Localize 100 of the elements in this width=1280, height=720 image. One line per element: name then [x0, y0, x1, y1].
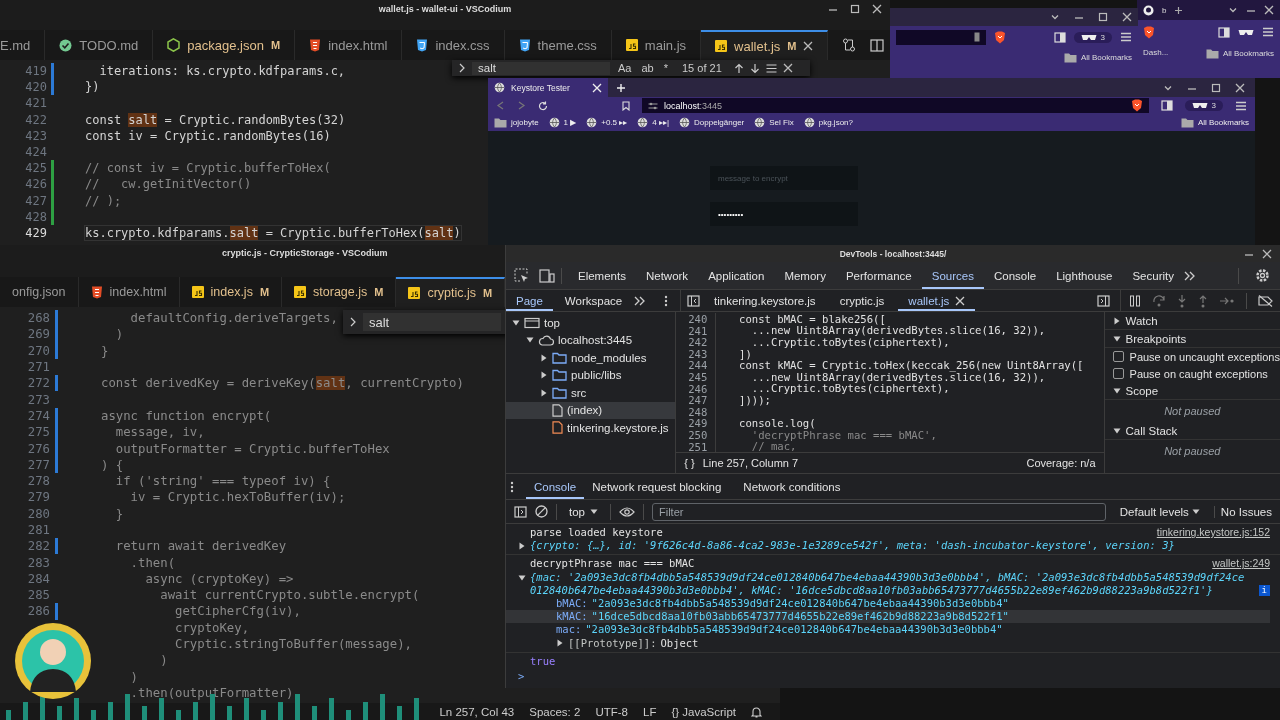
- filter-field[interactable]: Filter: [652, 502, 1106, 521]
- list-icon[interactable]: [765, 63, 777, 73]
- section-header[interactable]: Breakpoints: [1125, 332, 1187, 345]
- expanded-arrow-icon[interactable]: [1112, 426, 1121, 435]
- maximize-icon[interactable]: [850, 4, 860, 14]
- collapsed-arrow-icon[interactable]: [518, 542, 526, 551]
- bookmark[interactable]: jojobyte: [494, 117, 539, 128]
- menu-icon[interactable]: [1235, 100, 1247, 111]
- status-item[interactable]: LF: [643, 705, 657, 718]
- bookmark[interactable]: Sel Fix: [754, 117, 794, 128]
- forward-icon[interactable]: [517, 101, 526, 110]
- deactivate-breakpoints-icon[interactable]: [1258, 294, 1273, 307]
- arrow-down-icon[interactable]: [749, 62, 760, 74]
- panel-tab[interactable]: Security: [1122, 262, 1184, 289]
- expanded-arrow-icon[interactable]: [518, 573, 526, 582]
- option-toggle[interactable]: ab: [639, 62, 656, 74]
- expanded-arrow-icon[interactable]: [1112, 386, 1121, 395]
- editor-tab[interactable]: E.md: [0, 30, 46, 60]
- issues-button[interactable]: No Issues: [1213, 505, 1272, 518]
- collapsed-arrow-icon[interactable]: [540, 353, 548, 362]
- editor-tab[interactable]: wallet.js M: [701, 30, 829, 60]
- panel-tab[interactable]: Application: [698, 262, 775, 289]
- more-tabs-icon[interactable]: [634, 295, 647, 306]
- tree-item[interactable]: localhost:3445: [506, 331, 676, 349]
- bookmark[interactable]: All Bookmarks: [1205, 48, 1274, 59]
- chevron-right-icon[interactable]: [349, 317, 357, 327]
- bookmark[interactable]: +0.5 ▸▸: [586, 117, 628, 128]
- option-toggle[interactable]: Aa: [616, 62, 634, 74]
- panel-tab[interactable]: Network: [635, 262, 699, 289]
- kebab-icon[interactable]: [510, 480, 514, 493]
- reload-icon[interactable]: [538, 100, 548, 111]
- panel-tab[interactable]: Console: [983, 262, 1047, 289]
- shields-button[interactable]: 3: [1073, 31, 1112, 43]
- panel-tab[interactable]: Sources: [921, 262, 984, 289]
- collapsed-arrow-icon[interactable]: [540, 388, 548, 397]
- bookmark[interactable]: 1 ▶: [548, 117, 577, 128]
- maximize-icon[interactable]: [1211, 82, 1221, 93]
- collapsed-arrow-icon[interactable]: [1112, 316, 1121, 325]
- property-key[interactable]: [[Prototype]]:: [568, 636, 657, 650]
- status-item[interactable]: UTF-8: [595, 705, 628, 718]
- status-item[interactable]: Spaces: 2: [529, 705, 581, 718]
- sidebar-toggle-icon[interactable]: [1097, 294, 1110, 307]
- shields-button[interactable]: 3: [1184, 100, 1223, 111]
- tree-item[interactable]: node_modules: [506, 349, 676, 367]
- bookmark[interactable]: All Bookmarks: [1063, 52, 1132, 63]
- close-icon[interactable]: [1262, 249, 1272, 259]
- maximize-icon[interactable]: [1098, 12, 1108, 22]
- bookmark[interactable]: 4 ▸▸|: [637, 117, 669, 128]
- bookmark[interactable]: All Bookmarks: [1180, 117, 1249, 128]
- checkbox[interactable]: [1112, 368, 1124, 379]
- arrow-up-icon[interactable]: [733, 62, 744, 74]
- tree-item[interactable]: public/libs: [506, 366, 676, 384]
- info-badge[interactable]: i: [1258, 585, 1270, 596]
- bookmark-icon[interactable]: [622, 100, 630, 111]
- sidebar-icon[interactable]: [1160, 100, 1173, 111]
- search-field[interactable]: salt: [472, 61, 610, 75]
- console-prompt[interactable]: >: [518, 670, 525, 683]
- close-icon[interactable]: [955, 295, 966, 306]
- kebab-icon[interactable]: [664, 294, 668, 307]
- plus-icon[interactable]: [1174, 5, 1184, 15]
- close-icon[interactable]: [1235, 82, 1245, 93]
- search-field[interactable]: salt: [363, 313, 501, 331]
- bell-icon[interactable]: [751, 705, 762, 718]
- address-bar[interactable]: localhost:3445: [642, 98, 1149, 113]
- expanded-arrow-icon[interactable]: [526, 336, 534, 345]
- status-item[interactable]: Ln 257, Col 43: [439, 705, 515, 718]
- status-item[interactable]: {} JavaScript: [671, 705, 736, 718]
- split-editor-icon[interactable]: [870, 38, 885, 52]
- collapsed-arrow-icon[interactable]: [540, 371, 548, 380]
- panel-tab[interactable]: Elements: [568, 262, 636, 289]
- compare-icon[interactable]: [842, 38, 857, 52]
- context-select[interactable]: top: [565, 505, 602, 518]
- tree-item[interactable]: src: [506, 384, 676, 402]
- password-field[interactable]: •••••••••: [710, 202, 858, 226]
- file-tab[interactable]: tinkering.keystore.js: [704, 290, 826, 311]
- tree-item[interactable]: tinkering.keystore.js: [506, 419, 676, 437]
- step-over-icon[interactable]: [1152, 294, 1166, 307]
- sidebar-icon[interactable]: [1218, 26, 1230, 38]
- step-into-icon[interactable]: [1177, 293, 1187, 308]
- chevron-right-icon[interactable]: [458, 63, 466, 73]
- object-preview[interactable]: {mac: '2a093e3dc8fb4dbb5a548539d9df24ce012840b647be4ebaa44390b3d3e0bbb4', bMAC: '2a093e3dc8fb4dbb5a548539d9df24ce012840b647be4ebaa44390b3d3e0bbb4', kMAC: '16dce5dbcd8aa10fb03abb65473777d4655b22e89ef462b9d88223a9b8d522f1'}: [530, 570, 1249, 597]
- object-preview[interactable]: {crypto: {…}, id: '9f626c4d-8a86-4ca2-983e-1e3289ce542f', meta: 'dash-incubator-keystore', version: 3}: [530, 539, 1175, 553]
- inspect-icon[interactable]: [514, 268, 529, 283]
- lion-icon[interactable]: [1143, 25, 1155, 39]
- collapsed-arrow-icon[interactable]: [556, 639, 564, 648]
- source-link[interactable]: tinkering.keystore.js:152: [1156, 526, 1270, 540]
- close-icon[interactable]: [872, 4, 882, 14]
- drawer-tab[interactable]: Console: [526, 474, 585, 499]
- device-icon[interactable]: [539, 268, 555, 283]
- chevron-down-icon[interactable]: [1228, 5, 1238, 15]
- bookmark[interactable]: Dash...: [1143, 48, 1169, 57]
- tree-item[interactable]: (index): [506, 401, 676, 419]
- step-out-icon[interactable]: [1198, 293, 1208, 308]
- lion-icon[interactable]: [1130, 99, 1143, 112]
- expanded-arrow-icon[interactable]: [512, 318, 520, 327]
- close-icon[interactable]: [1122, 12, 1132, 22]
- step-icon[interactable]: [1219, 295, 1235, 306]
- navigator-tab[interactable]: Workspace: [554, 290, 633, 311]
- chevron-down-icon[interactable]: [1050, 12, 1060, 22]
- drawer-tab[interactable]: Network request blocking: [584, 474, 730, 499]
